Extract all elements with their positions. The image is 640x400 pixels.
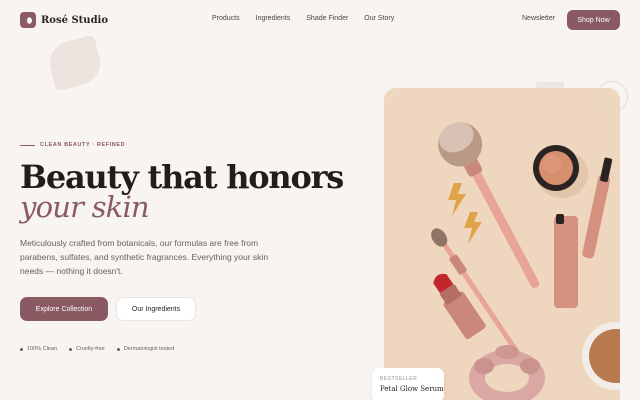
- brand-name: Rosé Studio: [41, 14, 109, 26]
- bullet-icon: [116, 347, 120, 351]
- decorative-leaf-shape: [45, 34, 105, 92]
- bestseller-label: BESTSELLER: [380, 376, 418, 382]
- badge-label: 100% Clean: [27, 346, 57, 352]
- badge-label: Dermatologist tested: [123, 346, 175, 352]
- bullet-icon: [20, 347, 23, 351]
- scrunchie: [469, 345, 545, 400]
- top-navigation: Rosé Studio Products Ingredients Shade F…: [0, 0, 640, 40]
- eyebrow-divider: [20, 144, 35, 146]
- badge-cruelty-free: Cruelty-free: [68, 346, 105, 352]
- foundation-tube: [554, 216, 578, 308]
- nav-link-shade-finder[interactable]: Shade Finder: [306, 15, 348, 22]
- badge-label: Cruelty-free: [75, 346, 105, 352]
- bullet-icon: [68, 347, 72, 351]
- nav-links: Products Ingredients Shade Finder Our St…: [212, 15, 394, 22]
- nav-link-products[interactable]: Products: [212, 15, 240, 22]
- hero-product-image: [384, 88, 620, 400]
- badge-dermatologist: Dermatologist tested: [116, 346, 175, 352]
- our-ingredients-button[interactable]: Our Ingredients: [116, 297, 196, 321]
- logo-mark-icon: [20, 12, 36, 28]
- bestseller-card[interactable]: BESTSELLER Petal Glow Serum: [372, 368, 444, 400]
- hero-eyebrow: CLEAN BEAUTY · REFINED: [20, 142, 125, 148]
- shop-now-button[interactable]: Shop Now: [567, 10, 620, 30]
- makeup-flatlay-illustration: [431, 122, 620, 400]
- lipstick: [433, 273, 486, 340]
- nav-link-ingredients[interactable]: Ingredients: [256, 15, 291, 22]
- hero-title-line-2: your skin: [20, 190, 150, 224]
- trust-badges: 100% Clean Cruelty-free Dermatologist te…: [20, 346, 174, 352]
- newsletter-link[interactable]: Newsletter: [522, 15, 555, 22]
- explore-collection-button[interactable]: Explore Collection: [20, 297, 108, 321]
- nav-link-our-story[interactable]: Our Story: [364, 15, 394, 22]
- badge-clean: 100% Clean: [20, 346, 57, 352]
- brand-logo[interactable]: Rosé Studio: [20, 12, 108, 28]
- bestseller-product-name: Petal Glow Serum: [380, 385, 444, 393]
- decorative-ring: [596, 81, 628, 113]
- hero-description: Meticulously crafted from botanicals, ou…: [20, 238, 269, 276]
- eyebrow-text: CLEAN BEAUTY · REFINED: [40, 142, 126, 148]
- kabuki-brush: [438, 122, 540, 288]
